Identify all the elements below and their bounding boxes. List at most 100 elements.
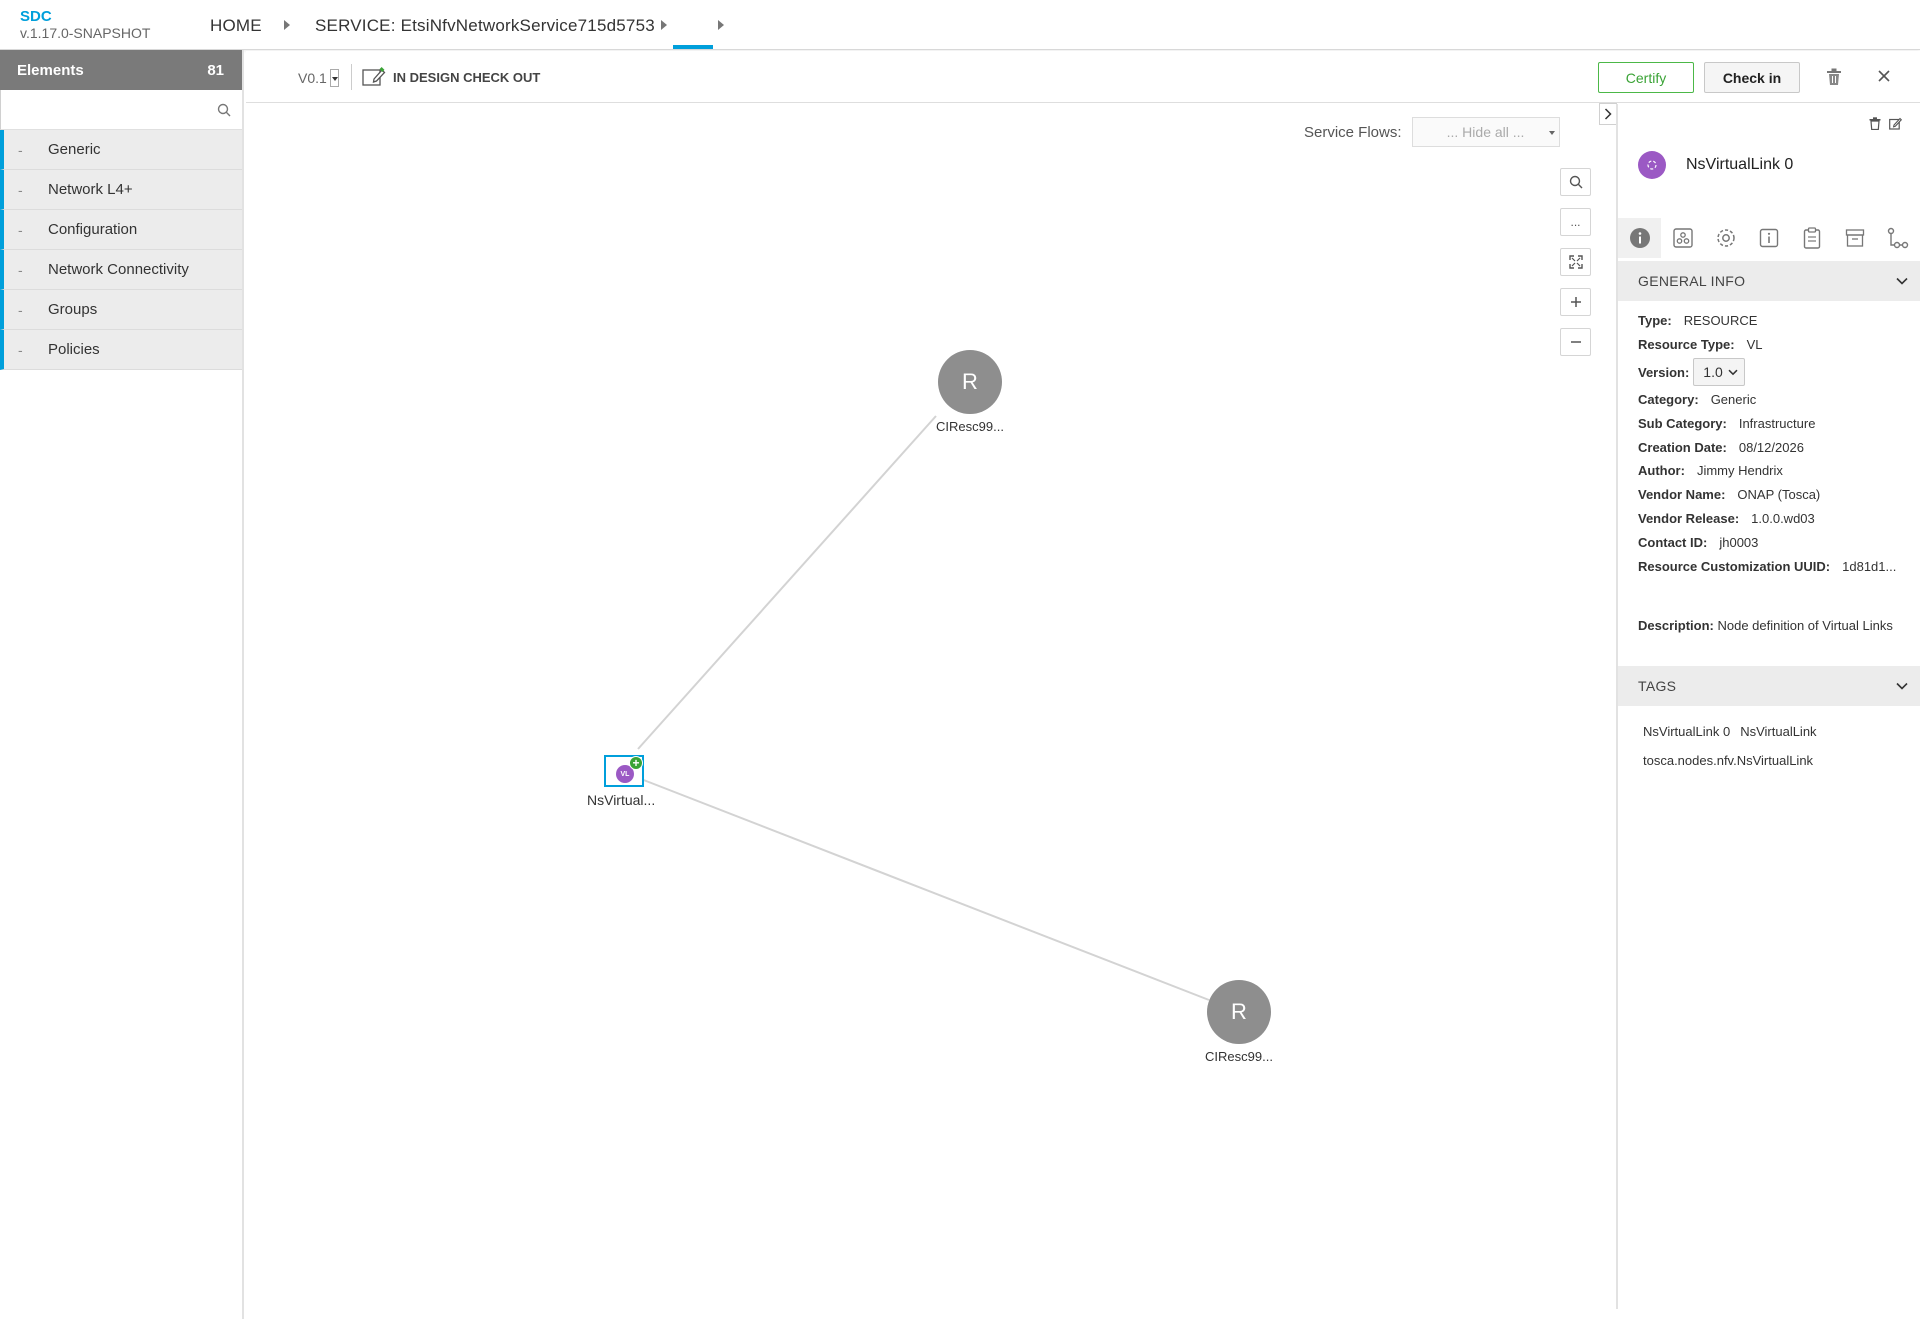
tags-list: NsVirtualLink 0 NsVirtualLink tosca.node… [1643, 717, 1913, 775]
collapse-dash-icon: - [18, 181, 23, 198]
palette-group-label: Policies [48, 341, 100, 358]
tab-information[interactable] [1747, 218, 1790, 258]
resource-node-label: CIResc99... [936, 419, 1004, 434]
version-value: V0.1 [298, 70, 327, 86]
minus-icon [1570, 341, 1581, 343]
info-value: Generic [1710, 391, 1757, 407]
fit-screen-button[interactable] [1560, 248, 1591, 276]
search-icon[interactable] [217, 103, 231, 122]
palette-group-network-l4[interactable]: - Network L4+ [0, 170, 242, 210]
tags-section-toggle[interactable]: TAGS [1618, 666, 1920, 706]
chevron-down-icon [1896, 277, 1908, 285]
tab-properties[interactable] [1704, 218, 1747, 258]
app-version: v.1.17.0-SNAPSHOT [20, 25, 151, 41]
general-info-section-toggle[interactable]: GENERAL INFO [1618, 261, 1920, 301]
deployment-icon [1672, 228, 1693, 248]
canvas-more-button[interactable]: ... [1560, 208, 1591, 236]
palette-group-label: Network Connectivity [48, 261, 189, 278]
toolbar-divider [351, 64, 352, 90]
info-value: 08/12/2026 [1738, 439, 1804, 455]
tab-general-info[interactable] [1618, 218, 1661, 258]
check-in-button[interactable]: Check in [1704, 62, 1800, 93]
workspace-toolbar: V0.1 IN DESIGN CHECK OUT Certify Check i… [246, 51, 1920, 103]
sdc-logo[interactable]: SDC v.1.17.0-SNAPSHOT [20, 9, 151, 42]
archive-icon [1845, 229, 1864, 247]
resource-node[interactable]: R CIResc99... [936, 350, 1004, 434]
info-row-contact-id: Contact ID: jh0003 [1638, 530, 1913, 554]
chevron-right-icon[interactable] [284, 20, 290, 30]
relation-line [640, 778, 1210, 1001]
clipboard-icon [1803, 227, 1820, 249]
service-flows-select[interactable]: ... Hide all ... [1411, 117, 1560, 147]
general-info-list: Type: RESOURCE Resource Type: VL Version… [1638, 309, 1913, 578]
description-text: Node definition of Virtual Links [1717, 618, 1893, 633]
palette-group-label: Network L4+ [48, 181, 133, 198]
version-select[interactable]: V0.1 [298, 69, 339, 87]
tab-composition[interactable] [1876, 218, 1919, 258]
breadcrumb-home[interactable]: HOME [210, 16, 262, 36]
palette-group-generic[interactable]: - Generic [0, 130, 242, 170]
info-label: Creation Date: [1638, 439, 1727, 455]
info-label: Version: [1638, 364, 1690, 380]
info-value: ONAP (Tosca) [1737, 487, 1821, 503]
hierarchy-icon [1887, 227, 1908, 249]
zoom-out-button[interactable] [1560, 328, 1591, 356]
gear-icon [1716, 229, 1735, 247]
collapse-dash-icon: - [18, 301, 23, 318]
trash-icon[interactable] [1869, 117, 1881, 130]
virtual-link-node-label: NsVirtual... [587, 792, 656, 808]
chevron-right-icon[interactable] [661, 20, 667, 30]
component-avatar [1638, 151, 1666, 179]
lifecycle-state-label: IN DESIGN CHECK OUT [393, 69, 541, 85]
close-icon[interactable] [1876, 68, 1892, 89]
breadcrumb-service[interactable]: SERVICE: EtsiNfvNetworkService715d5753 [315, 16, 655, 36]
palette-group-policies[interactable]: - Policies [0, 330, 242, 370]
info-label: Category: [1638, 391, 1699, 407]
chevron-down-icon[interactable] [329, 69, 339, 87]
info-label: Sub Category: [1638, 415, 1727, 431]
add-plus-icon[interactable]: + [629, 756, 643, 770]
tab-artifacts[interactable] [1833, 218, 1876, 258]
edit-icon[interactable] [1889, 117, 1902, 130]
certify-button[interactable]: Certify [1598, 62, 1694, 93]
info-value: 1d81d1... [1842, 558, 1897, 574]
resource-node-icon: R [1207, 980, 1271, 1044]
info-row-vendor-release: Vendor Release: 1.0.0.wd03 [1638, 507, 1913, 531]
top-header: SDC v.1.17.0-SNAPSHOT HOME SERVICE: Etsi… [0, 0, 1920, 50]
palette-group-network-connectivity[interactable]: - Network Connectivity [0, 250, 242, 290]
palette-group-label: Generic [48, 141, 101, 158]
canvas-search-button[interactable] [1560, 168, 1591, 196]
info-row-author: Author: Jimmy Hendrix [1638, 459, 1913, 483]
tab-deployment-artifacts[interactable] [1661, 218, 1704, 258]
chevron-down-icon [1896, 682, 1908, 690]
palette-group-configuration[interactable]: - Configuration [0, 210, 242, 250]
palette-count: 81 [207, 61, 224, 79]
component-name: NsVirtualLink 0 [1686, 156, 1794, 173]
collapse-dash-icon: - [18, 341, 23, 358]
chevron-right-icon [1604, 108, 1612, 120]
component-version-select[interactable]: 1.0 [1693, 358, 1745, 387]
info-box-icon [1759, 228, 1778, 248]
palette-group-groups[interactable]: - Groups [0, 290, 242, 330]
trash-icon[interactable] [1826, 68, 1842, 91]
resource-node[interactable]: R CIResc99... [1205, 980, 1273, 1064]
chevron-right-icon[interactable] [718, 20, 724, 30]
palette-search-input[interactable] [1, 90, 242, 129]
plus-icon [1570, 297, 1581, 307]
tags-row: NsVirtualLink 0 NsVirtualLink [1643, 717, 1913, 746]
lifecycle-state: IN DESIGN CHECK OUT [362, 67, 540, 87]
component-title: NsVirtualLink 0 [1638, 151, 1793, 179]
info-value: Jimmy Hendrix [1696, 463, 1783, 479]
composition-canvas[interactable]: Service Flows: ... Hide all ... ... R CI… [246, 104, 1615, 1309]
info-label: Resource Customization UUID: [1638, 558, 1831, 574]
collapse-panel-button[interactable] [1599, 103, 1617, 125]
breadcrumb-active-indicator [673, 45, 713, 49]
virtual-link-node-selected[interactable]: VL + [604, 755, 644, 787]
palette-group-label: Groups [48, 301, 98, 318]
tab-requirements[interactable] [1790, 218, 1833, 258]
zoom-in-button[interactable] [1560, 288, 1591, 316]
info-value: RESOURCE [1683, 313, 1758, 329]
panel-tools [1869, 117, 1902, 130]
expand-icon [1568, 255, 1583, 269]
service-flows-label: Service Flows: [1304, 123, 1402, 141]
